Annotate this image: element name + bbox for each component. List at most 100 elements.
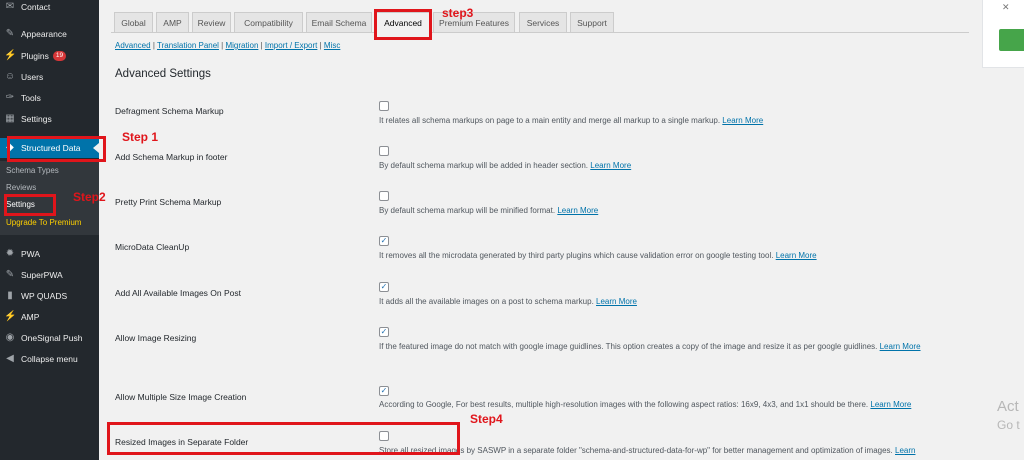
annotation-box-step1 bbox=[7, 136, 106, 162]
checkbox-microdata[interactable]: ✓ bbox=[379, 236, 389, 246]
checkbox-pretty-print[interactable] bbox=[379, 191, 389, 201]
setting-label-image-resizing: Allow Image Resizing bbox=[115, 333, 197, 343]
user-icon: ☺ bbox=[4, 71, 16, 82]
contact-icon: ✉ bbox=[5, 1, 15, 12]
sidebar-item-tools[interactable]: ✑ Tools bbox=[0, 88, 99, 108]
admin-sidebar: ✉ Contact ✎ Appearance ⚡ Plugins 19 ☺ Us… bbox=[0, 0, 99, 460]
sidebar-item-plugins[interactable]: ⚡ Plugins 19 bbox=[0, 46, 99, 66]
setting-label-defragment: Defragment Schema Markup bbox=[115, 106, 224, 116]
plug-icon: ⚡ bbox=[4, 50, 17, 61]
update-count-badge: 19 bbox=[52, 51, 67, 61]
green-action-button[interactable] bbox=[999, 29, 1024, 51]
sidebar-item-label: Appearance bbox=[21, 29, 67, 39]
advanced-subnav: Advanced | Translation Panel | Migration… bbox=[115, 41, 341, 50]
learn-more-link[interactable]: Learn More bbox=[880, 342, 921, 351]
sidebar-item-label: OneSignal Push bbox=[21, 333, 83, 343]
tab-support[interactable]: Support bbox=[570, 12, 614, 33]
sidebar-item-wp-quads[interactable]: ▮ WP QUADS bbox=[0, 286, 99, 306]
submenu-item-schema-types[interactable]: Schema Types bbox=[6, 166, 59, 175]
annotation-box-step2 bbox=[4, 194, 56, 216]
submenu-item-reviews[interactable]: Reviews bbox=[6, 183, 36, 192]
wrench-icon: ✑ bbox=[5, 92, 15, 103]
setting-desc-multiple-size: According to Google, For best results, m… bbox=[379, 400, 912, 409]
wrench-icon: ✎ bbox=[5, 269, 15, 280]
sidebar-item-settings[interactable]: ▦ Settings bbox=[0, 109, 99, 129]
section-title: Advanced Settings bbox=[115, 68, 211, 80]
tab-compatibility[interactable]: Compatibility bbox=[234, 12, 303, 33]
sidebar-item-label: PWA bbox=[21, 249, 41, 259]
sidebar-item-label: Contact bbox=[21, 2, 51, 12]
sidebar-item-appearance[interactable]: ✎ Appearance bbox=[0, 24, 99, 44]
submenu-item-upgrade[interactable]: Upgrade To Premium bbox=[6, 218, 81, 227]
subnav-import-export[interactable]: Import / Export bbox=[265, 41, 317, 50]
sidebar-item-label: Tools bbox=[21, 93, 41, 103]
annotation-step1: Step 1 bbox=[122, 130, 159, 144]
annotation-box-step3 bbox=[374, 9, 432, 40]
setting-label-all-images: Add All Available Images On Post bbox=[115, 288, 242, 298]
sidebar-item-superpwa[interactable]: ✎ SuperPWA bbox=[0, 265, 99, 285]
checkbox-defragment[interactable] bbox=[379, 101, 389, 111]
sidebar-item-amp[interactable]: ⚡ AMP bbox=[0, 307, 99, 327]
setting-label-pretty-print: Pretty Print Schema Markup bbox=[115, 197, 222, 207]
tab-services[interactable]: Services bbox=[519, 12, 567, 33]
settings-content: Global AMP Review Compatibility Email Sc… bbox=[99, 0, 969, 460]
sidebar-item-label: AMP bbox=[21, 312, 40, 322]
annotation-step3: step3 bbox=[442, 6, 474, 20]
gear-icon: ✹ bbox=[5, 248, 15, 259]
checkbox-all-images[interactable]: ✓ bbox=[379, 282, 389, 292]
checkmark-icon: ✓ bbox=[380, 236, 388, 245]
checkmark-icon: ✓ bbox=[380, 282, 388, 291]
sidebar-item-label: Users bbox=[21, 72, 44, 82]
collapse-menu-button[interactable]: ◀ Collapse menu bbox=[0, 349, 99, 369]
subnav-translation-panel[interactable]: Translation Panel bbox=[157, 41, 219, 50]
setting-desc-defragment: It relates all schema markups on page to… bbox=[379, 116, 764, 125]
setting-label-microdata: MicroData CleanUp bbox=[115, 242, 190, 252]
learn-more-link[interactable]: Learn More bbox=[776, 251, 817, 260]
learn-more-link[interactable]: Learn More bbox=[722, 116, 763, 125]
activate-windows-watermark: Act Go t bbox=[997, 398, 1020, 432]
bar-chart-icon: ▮ bbox=[7, 290, 13, 301]
setting-desc-microdata: It removes all the microdata generated b… bbox=[379, 251, 817, 260]
learn-more-link[interactable]: Learn bbox=[895, 446, 915, 455]
tab-amp[interactable]: AMP bbox=[156, 12, 189, 33]
annotation-step4: Step4 bbox=[470, 412, 503, 426]
setting-desc-pretty-print: By default schema markup will be minifie… bbox=[379, 206, 599, 215]
settings-icon: ▦ bbox=[5, 113, 15, 124]
collapse-icon: ◀ bbox=[6, 353, 14, 364]
sidebar-item-label: Settings bbox=[21, 114, 52, 124]
tab-email-schema[interactable]: Email Schema bbox=[306, 12, 372, 33]
sidebar-item-users[interactable]: ☺ Users bbox=[0, 67, 99, 87]
checkbox-image-resizing[interactable]: ✓ bbox=[379, 327, 389, 337]
annotation-box-step4 bbox=[107, 422, 460, 455]
setting-label-multiple-size: Allow Multiple Size Image Creation bbox=[115, 392, 247, 402]
tab-global[interactable]: Global bbox=[114, 12, 153, 33]
learn-more-link[interactable]: Learn More bbox=[596, 297, 637, 306]
sidebar-item-label: Collapse menu bbox=[21, 354, 78, 364]
setting-desc-separate-folder: Store all resized images by SASWP in a s… bbox=[379, 446, 916, 455]
amp-icon: ⚡ bbox=[4, 311, 17, 322]
learn-more-link[interactable]: Learn More bbox=[557, 206, 598, 215]
sidebar-item-label: SuperPWA bbox=[21, 270, 63, 280]
notice-panel: ✕ bbox=[982, 0, 1024, 68]
subnav-misc[interactable]: Misc bbox=[324, 41, 340, 50]
paintbrush-icon: ✎ bbox=[5, 28, 15, 39]
subnav-advanced[interactable]: Advanced bbox=[115, 41, 151, 50]
setting-desc-all-images: It adds all the available images on a po… bbox=[379, 297, 637, 306]
onesignal-icon: ◉ bbox=[5, 332, 15, 343]
checkbox-multiple-size[interactable]: ✓ bbox=[379, 386, 389, 396]
learn-more-link[interactable]: Learn More bbox=[870, 400, 911, 409]
learn-more-link[interactable]: Learn More bbox=[590, 161, 631, 170]
setting-desc-footer: By default schema markup will be added i… bbox=[379, 161, 632, 170]
sidebar-item-contact[interactable]: ✉ Contact bbox=[0, 0, 99, 17]
subnav-migration[interactable]: Migration bbox=[225, 41, 258, 50]
setting-desc-image-resizing: If the featured image do not match with … bbox=[379, 342, 921, 351]
annotation-step2: Step2 bbox=[73, 190, 106, 204]
close-icon[interactable]: ✕ bbox=[1002, 2, 1010, 13]
tab-review[interactable]: Review bbox=[192, 12, 231, 33]
checkmark-icon: ✓ bbox=[380, 327, 388, 336]
sidebar-item-onesignal[interactable]: ◉ OneSignal Push bbox=[0, 328, 99, 348]
checkbox-footer[interactable] bbox=[379, 146, 389, 156]
sidebar-item-label: Plugins bbox=[21, 51, 49, 61]
checkmark-icon: ✓ bbox=[380, 386, 388, 395]
sidebar-item-pwa[interactable]: ✹ PWA bbox=[0, 244, 99, 264]
